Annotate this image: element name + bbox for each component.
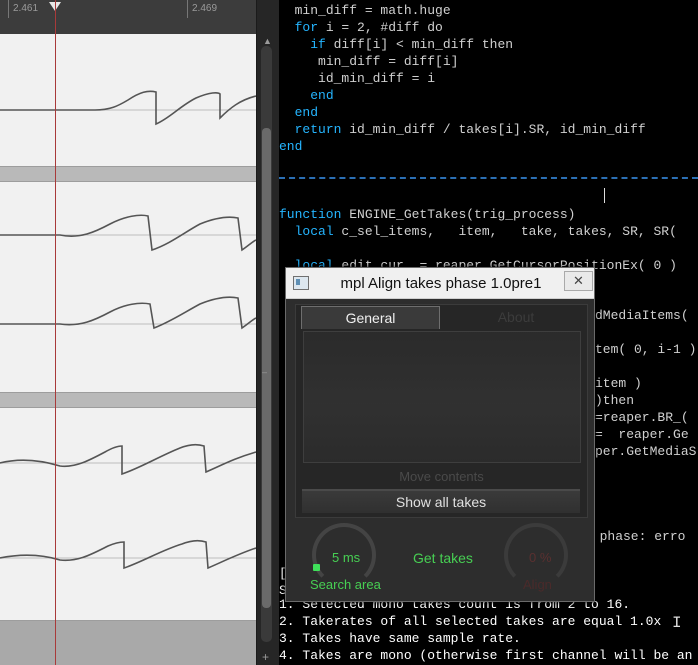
code-keyword: end	[279, 139, 303, 154]
zoom-handle-icon[interactable]: –	[262, 367, 267, 377]
zoom-plus-icon[interactable]: +	[262, 650, 269, 664]
align-label: Align	[523, 577, 552, 592]
code-text: min_diff = diff[i]	[318, 54, 459, 69]
dialog-title: mpl Align takes phase 1.0pre1	[340, 275, 542, 292]
track-divider[interactable]	[0, 620, 256, 665]
track-divider[interactable]	[0, 392, 256, 408]
code-line: return id_min_diff / takes[i].SR, id_min…	[279, 121, 646, 138]
code-keyword: if	[310, 37, 326, 52]
waveform	[0, 90, 256, 126]
code-fragment: per.GetMediaS	[595, 444, 697, 459]
track-divider[interactable]	[0, 166, 256, 182]
knob-indicator-icon	[313, 564, 320, 571]
code-fragment: tem( 0, i-1 )	[595, 342, 697, 357]
takes-list-area[interactable]	[303, 331, 581, 463]
code-line: end	[279, 87, 334, 104]
ruler-label-left: 2.461	[13, 3, 39, 14]
tab-panel: General About Move contents Show all tak…	[295, 304, 588, 518]
track-lane-3[interactable]	[0, 408, 256, 620]
console-line: 2. Takerates of all selected takes are e…	[279, 614, 662, 629]
console-line: 3. Takes have same sample rate.	[279, 631, 521, 646]
code-line: end	[279, 104, 318, 121]
ruler-tick	[8, 0, 9, 18]
align-takes-dialog[interactable]: mpl Align takes phase 1.0pre1 ✕ General …	[285, 267, 595, 602]
dialog-titlebar[interactable]: mpl Align takes phase 1.0pre1 ✕	[286, 268, 594, 299]
section-separator	[279, 177, 698, 179]
code-keyword: end	[310, 88, 334, 103]
code-fragment: s phase: erro	[584, 529, 686, 544]
move-contents-toggle[interactable]: Move contents	[296, 469, 587, 484]
code-line: function ENGINE_GetTakes(trig_process)	[279, 206, 575, 223]
tab-general[interactable]: General	[301, 306, 440, 329]
text-caret	[604, 188, 605, 203]
code-keyword: local	[294, 224, 334, 239]
code-fragment: =reaper.BR_(	[595, 410, 689, 425]
text-cursor-icon: I	[672, 614, 682, 632]
ruler-label-right: 2.469	[192, 3, 218, 14]
code-fragment: )then	[595, 393, 635, 408]
waveform	[0, 214, 256, 330]
code-keyword: function	[279, 207, 342, 222]
ruler-tick	[187, 0, 188, 18]
arrange-view[interactable]: 2.461 2.469	[0, 0, 256, 665]
close-button[interactable]: ✕	[564, 271, 593, 291]
code-text: c_sel_items, item, take, takes, SR, SR(	[333, 224, 677, 239]
show-all-takes-button[interactable]: Show all takes	[302, 489, 580, 513]
code-text: min_diff = math.huge	[294, 3, 451, 18]
code-text: id_min_diff = i	[318, 71, 436, 86]
code-keyword: return	[294, 122, 342, 137]
app-window-icon	[293, 276, 309, 290]
code-line: local c_sel_items, item, take, takes, SR…	[279, 223, 677, 240]
code-fragment: item )	[595, 376, 642, 391]
track-lane-2[interactable]	[0, 182, 256, 392]
search-area-value: 5 ms	[332, 550, 361, 565]
tab-about[interactable]: About	[446, 306, 586, 328]
code-fragment: = reaper.Ge	[595, 427, 689, 442]
code-line: for i = 2, #diff do	[279, 19, 443, 36]
code-text: id_min_diff / takes[i].SR, id_min_diff	[341, 122, 646, 137]
scroll-up-icon[interactable]: ▲	[263, 36, 272, 46]
waveform	[0, 443, 256, 570]
vertical-scrollbar[interactable]: ▲ – +	[256, 0, 279, 665]
track-lane-1[interactable]	[0, 34, 256, 166]
code-line: min_diff = diff[i]	[279, 53, 458, 70]
align-value: 0 %	[529, 550, 552, 565]
timeline-ruler[interactable]: 2.461 2.469	[0, 0, 256, 34]
code-line: min_diff = math.huge	[279, 2, 451, 19]
code-keyword: for	[294, 20, 319, 35]
code-text: i = 2, #diff do	[318, 20, 443, 35]
code-fragment: dMediaItems(	[595, 308, 689, 323]
code-line: if diff[i] < min_diff then	[279, 36, 513, 53]
search-area-label: Search area	[310, 577, 381, 592]
code-text: diff[i] < min_diff then	[325, 37, 514, 52]
code-line: end	[279, 138, 302, 155]
get-takes-button[interactable]: Get takes	[413, 550, 473, 566]
code-keyword: end	[294, 105, 319, 120]
console-line: 4. Takes are mono (otherwise first chann…	[279, 648, 693, 663]
code-text: ENGINE_GetTakes(trig_process)	[341, 207, 576, 222]
code-line: id_min_diff = i	[279, 70, 435, 87]
edit-cursor-line	[55, 0, 56, 665]
